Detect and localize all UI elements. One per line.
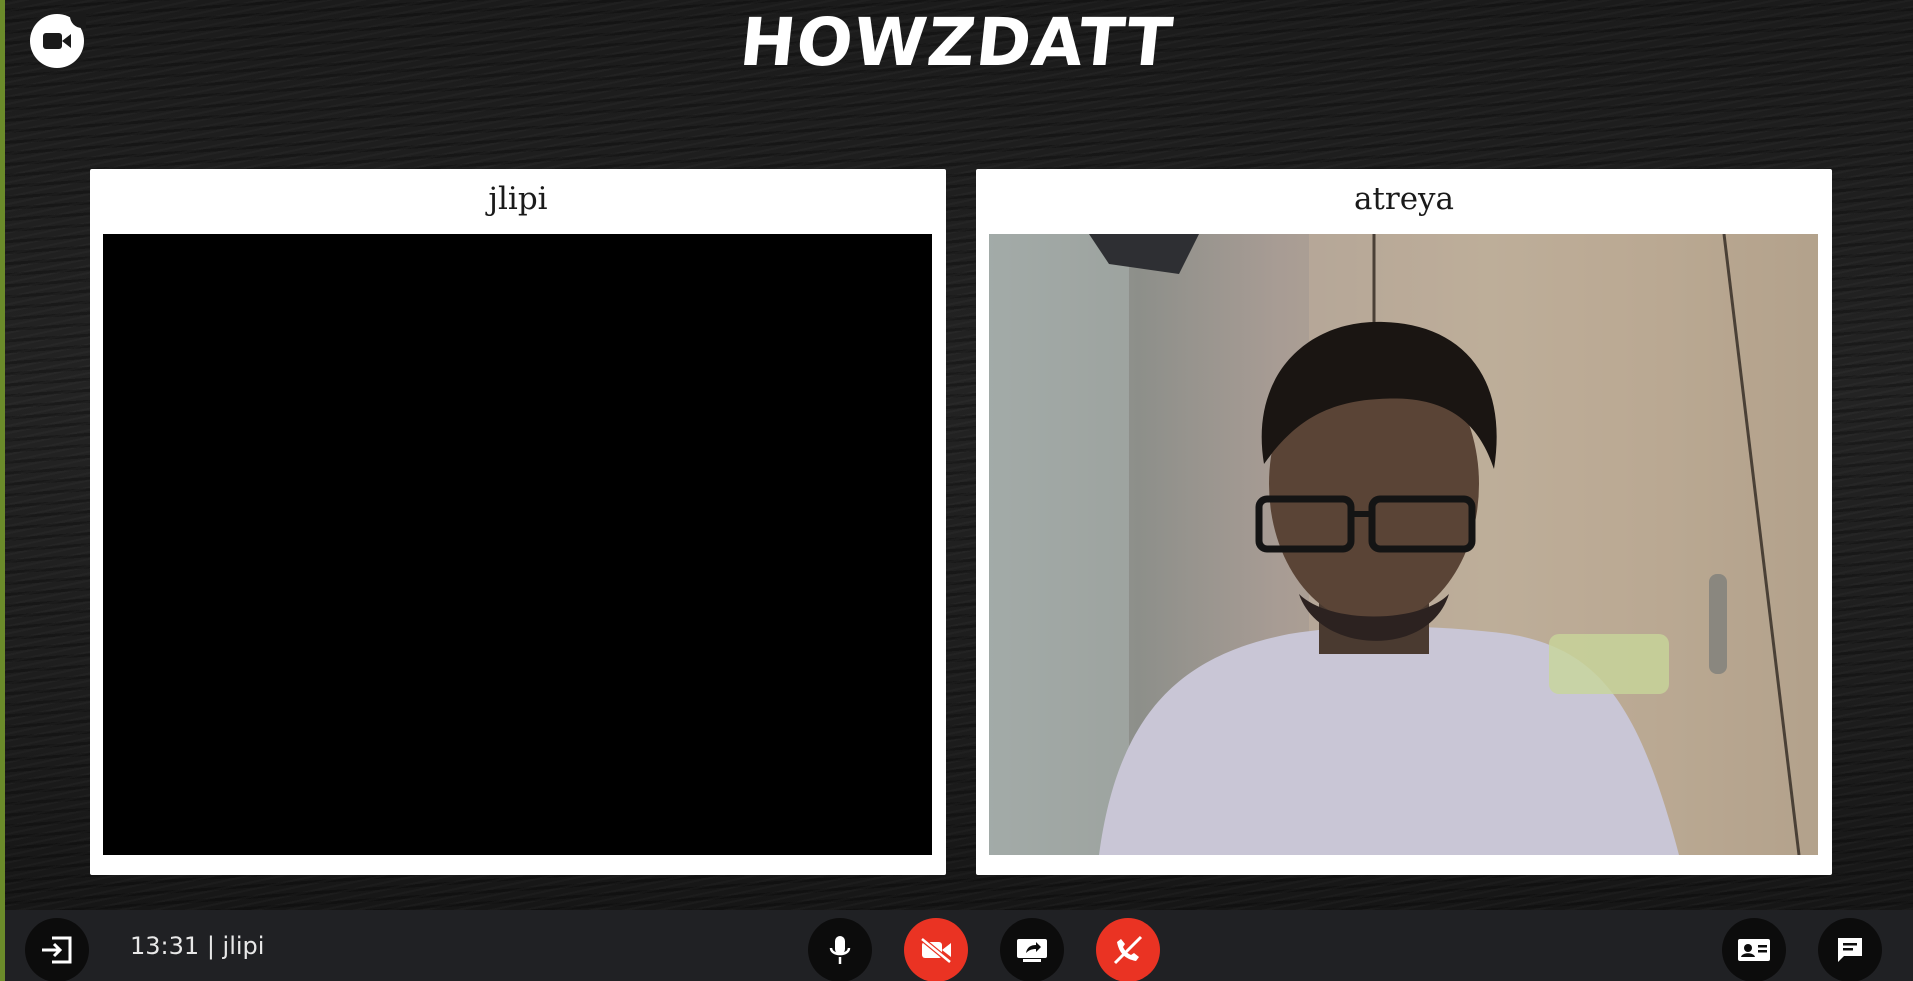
participant-name: jlipi (488, 181, 548, 217)
leave-icon (40, 936, 74, 964)
app-title: HOWZDATT (736, 4, 1177, 81)
meeting-info: 13:31 | jlipi (130, 932, 264, 960)
participant-video-feed (989, 234, 1818, 855)
participants-card-icon (1737, 937, 1771, 963)
current-user-name: jlipi (222, 932, 265, 960)
share-screen-icon (1015, 936, 1049, 964)
participant-name: atreya (1353, 181, 1455, 217)
chat-button[interactable] (1818, 918, 1882, 981)
meeting-page: HOWZDATT jlipi atreya 13:31 | jlipi (0, 0, 1913, 981)
leave-button[interactable] (25, 918, 89, 981)
end-call-icon (1111, 933, 1145, 967)
participant-tile: jlipi (90, 169, 946, 875)
clock-time: 13:31 (130, 932, 200, 960)
end-call-button[interactable] (1096, 918, 1160, 981)
camera-off-icon (919, 936, 953, 964)
participant-tile: atreya (976, 169, 1832, 875)
webcam-image (989, 234, 1818, 855)
info-separator: | (206, 932, 215, 960)
microphone-button[interactable] (808, 918, 872, 981)
chat-icon (1835, 935, 1865, 965)
participants-button[interactable] (1722, 918, 1786, 981)
camera-toggle-button[interactable] (904, 918, 968, 981)
share-screen-button[interactable] (1000, 918, 1064, 981)
window-edge-strip (0, 0, 5, 981)
participant-video-off (103, 234, 932, 855)
microphone-icon (828, 934, 852, 966)
